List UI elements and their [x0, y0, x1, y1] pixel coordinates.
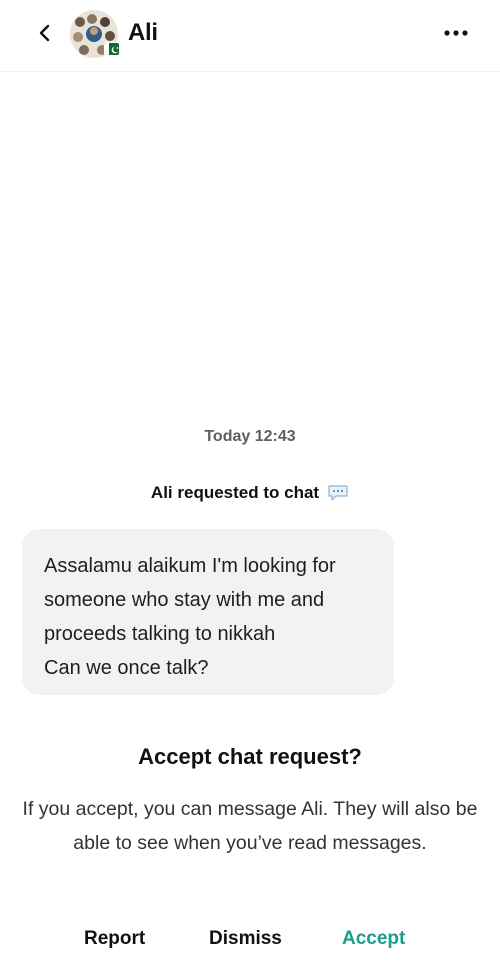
chat-request-text: Ali requested to chat — [150, 483, 320, 502]
chat-header: Ali — [0, 0, 500, 72]
report-button[interactable]: Report — [84, 928, 145, 950]
message-line: proceeds talking to nikkah — [44, 623, 276, 645]
dismiss-button[interactable]: Dismiss — [209, 928, 282, 950]
message-timestamp: Today 12:43 — [204, 428, 296, 445]
chat-request-notice: Ali requested to chat — [0, 483, 500, 503]
pakistan-flag-icon — [104, 42, 120, 56]
message-line: Can we once talk? — [44, 657, 209, 679]
more-horizontal-icon — [444, 30, 468, 36]
speech-bubble-icon — [328, 485, 348, 501]
more-options-button[interactable] — [440, 22, 472, 44]
request-actions: Report Dismiss Accept — [0, 928, 500, 958]
back-button[interactable] — [30, 18, 60, 48]
request-title: Accept chat request? — [138, 744, 362, 769]
message-line: someone who stay with me and — [44, 589, 325, 611]
message-line: Assalamu alaikum I'm looking for — [44, 555, 336, 577]
request-description: If you accept, you can message Ali. They… — [22, 798, 478, 854]
chat-request-screen: Ali Today 12:43 Ali requested to chat As… — [0, 0, 500, 977]
accept-button[interactable]: Accept — [342, 928, 405, 950]
chevron-left-icon — [39, 24, 50, 42]
contact-avatar-container[interactable] — [70, 10, 120, 58]
contact-name[interactable]: Ali — [128, 19, 158, 47]
incoming-message-bubble[interactable]: Assalamu alaikum I'm looking for someone… — [22, 529, 394, 695]
